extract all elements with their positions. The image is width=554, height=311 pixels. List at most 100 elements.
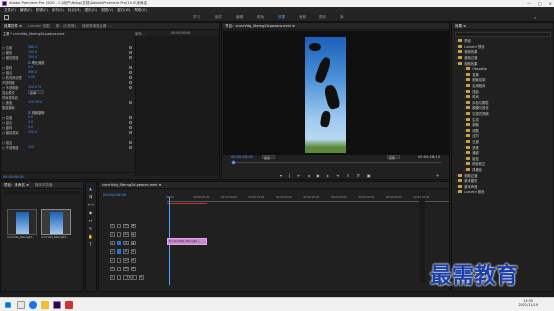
menu-file[interactable]: 文件(F) [4, 8, 16, 13]
mute-button[interactable]: M [131, 258, 136, 263]
eye-icon[interactable]: ◉ [131, 232, 136, 237]
chevron-right-icon[interactable]: › [456, 179, 457, 183]
track-target-button[interactable] [116, 266, 121, 272]
lock-icon[interactable]: ⌂ [110, 266, 115, 272]
timeline-clip[interactable]: fx cnrcrVdq_Sterng2d... [167, 238, 207, 245]
home-icon[interactable] [4, 15, 9, 20]
track-select-tool-icon[interactable]: ⇶ [88, 194, 93, 199]
mute-button[interactable]: M [131, 266, 136, 272]
program-timecode[interactable]: 00:00:00:00 [231, 155, 253, 159]
slip-tool-icon[interactable]: ↔ [88, 218, 93, 223]
keyframe-toggle-icon[interactable] [129, 70, 132, 74]
tab-sequence[interactable]: cnrcrVdq_Sterng2d.peacro.mmi ≡ [102, 183, 161, 187]
blend-mode-select[interactable]: 正常 [28, 90, 44, 95]
project-item[interactable] [41, 209, 71, 235]
chevron-right-icon[interactable]: › [464, 95, 465, 99]
keyframe-toggle-icon[interactable] [129, 100, 132, 104]
lock-icon[interactable]: ⌂ [110, 275, 115, 280]
chevron-right-icon[interactable]: › [464, 89, 465, 93]
pen-tool-icon[interactable]: ✎ [88, 226, 93, 231]
workspace-graphics[interactable]: 图形 [319, 15, 326, 20]
zoom-select[interactable]: 适合 [262, 155, 275, 160]
minimize-button[interactable]: — [527, 1, 531, 6]
workspace-libraries[interactable]: 库 [340, 15, 344, 20]
quality-select[interactable]: 完整 [387, 155, 400, 160]
mute-button[interactable]: M [131, 249, 136, 254]
browser-icon[interactable] [29, 301, 37, 309]
keyframe-toggle-icon[interactable] [129, 140, 132, 144]
mark-in-icon[interactable]: ▾ [280, 173, 282, 178]
chevron-right-icon[interactable]: › [464, 67, 465, 71]
chevron-right-icon[interactable]: › [464, 156, 465, 160]
chevron-right-icon[interactable]: › [464, 145, 465, 149]
tab-source[interactable]: 源：(无剪辑) [56, 24, 76, 29]
chevron-right-icon[interactable]: › [464, 106, 465, 110]
track-target-button[interactable] [116, 223, 121, 229]
keyframe-toggle-icon[interactable] [129, 125, 132, 129]
chevron-right-icon[interactable]: › [456, 44, 457, 48]
lift-icon[interactable]: ⇑ [346, 173, 349, 178]
keyframe-toggle-icon[interactable] [129, 45, 132, 49]
keyframe-toggle-icon[interactable] [129, 145, 132, 149]
chevron-right-icon[interactable]: › [464, 112, 465, 116]
hand-tool-icon[interactable]: ✋ [88, 234, 93, 239]
play-icon[interactable]: ▶ [317, 173, 320, 178]
workspace-audio[interactable]: 音频 [299, 15, 306, 20]
keyframe-toggle-icon[interactable] [129, 115, 132, 119]
workspace-editing[interactable]: 编辑 [236, 15, 243, 20]
timeline-timecode[interactable]: 00:00:00:00 [103, 192, 126, 197]
lock-icon[interactable]: ⌂ [110, 249, 115, 254]
menu-graphics[interactable]: 图形(G) [85, 8, 97, 13]
tab-audio-clip-mixer[interactable]: 音频剪辑混合器: ... [82, 24, 112, 29]
keyframe-toggle-icon[interactable] [129, 120, 132, 124]
eye-icon[interactable]: ◉ [131, 223, 136, 229]
chevron-right-icon[interactable]: › [464, 134, 465, 138]
keyframe-toggle-icon[interactable] [129, 85, 132, 89]
clip-selector[interactable]: 主要 * cnrcrVdq_Stering2d.peacro.mmi [3, 31, 64, 36]
track-target-button[interactable] [116, 240, 121, 246]
playhead-scrubber[interactable] [232, 162, 442, 163]
eye-icon[interactable]: ◉ [131, 240, 136, 246]
chevron-right-icon[interactable]: › [464, 72, 465, 76]
chevron-right-icon[interactable]: › [456, 184, 457, 188]
add-button-icon[interactable]: + [436, 173, 439, 178]
file-explorer-icon[interactable] [41, 301, 49, 309]
chevron-right-icon[interactable]: › [464, 84, 465, 88]
menu-clip[interactable]: 剪辑(C) [36, 8, 48, 13]
extract-icon[interactable]: ⇈ [357, 173, 360, 178]
keyframe-toggle-icon[interactable] [129, 50, 132, 54]
maximize-button[interactable]: □ [538, 1, 542, 6]
chevron-right-icon[interactable]: › [464, 168, 465, 172]
razor-tool-icon[interactable]: ◆ [88, 210, 93, 215]
chevron-right-icon[interactable]: › [464, 100, 465, 104]
keyframe-toggle-icon[interactable] [129, 65, 132, 69]
keyframe-toggle-icon[interactable] [129, 75, 132, 79]
lock-icon[interactable]: ⌂ [110, 232, 115, 237]
effects-search-input[interactable] [455, 32, 551, 37]
workspace-learning[interactable]: 学习 [193, 15, 200, 20]
workspace-assembly[interactable]: 组件 [215, 15, 222, 20]
keyframe-toggle-icon[interactable] [129, 55, 132, 59]
track-target-button[interactable] [116, 232, 121, 237]
mute-button[interactable]: M [139, 275, 144, 280]
lock-icon[interactable]: ⌂ [110, 258, 115, 263]
keyframe-toggle-icon[interactable] [129, 80, 132, 84]
track-target-button[interactable] [116, 249, 121, 254]
menu-window[interactable]: 窗口(W) [117, 8, 130, 13]
menu-marker[interactable]: 标记(M) [68, 8, 81, 13]
ripple-edit-tool-icon[interactable]: ⟷ [88, 202, 94, 207]
chevron-right-icon[interactable]: › [464, 151, 465, 155]
chevron-right-icon[interactable]: › [464, 140, 465, 144]
tab-effect-controls[interactable]: 效果控件 ≡ [4, 24, 22, 29]
menu-view[interactable]: 视图(V) [101, 8, 113, 13]
lock-icon[interactable]: ⌂ [110, 223, 115, 229]
keyframe-area[interactable] [135, 36, 219, 176]
export-frame-icon[interactable]: ▣ [367, 173, 371, 178]
track-target-button[interactable] [116, 258, 121, 263]
menu-sequence[interactable]: 序列(S) [52, 8, 64, 13]
tab-program[interactable]: 节目：cnrcrVdq_Sterng2d.peacro.mmi ≡ [225, 24, 295, 29]
chevron-right-icon[interactable]: › [464, 117, 465, 121]
chevron-right-icon[interactable]: › [456, 39, 457, 43]
type-tool-icon[interactable]: T [88, 242, 93, 247]
chevron-right-icon[interactable]: › [464, 78, 465, 82]
